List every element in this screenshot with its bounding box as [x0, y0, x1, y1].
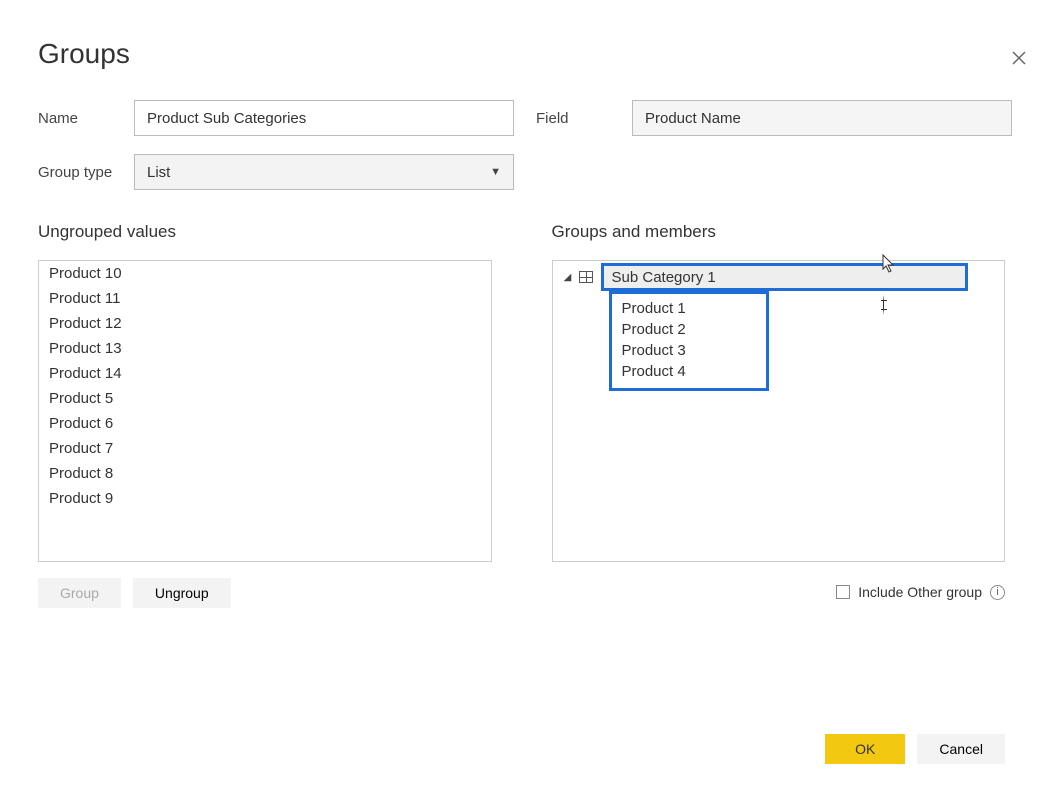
list-item[interactable]: Product 8: [39, 461, 491, 486]
list-item[interactable]: Product 11: [39, 286, 491, 311]
group-members-frame: Product 1 Product 2 Product 3 Product 4: [609, 291, 769, 391]
list-item[interactable]: Product 10: [39, 261, 491, 286]
list-item[interactable]: Product 13: [39, 336, 491, 361]
table-icon: [579, 271, 593, 283]
list-item[interactable]: Product 7: [39, 436, 491, 461]
group-type-label: Group type: [38, 164, 134, 181]
include-other-label: Include Other group: [858, 584, 982, 600]
member-item[interactable]: Product 1: [622, 298, 756, 319]
group-row[interactable]: ◢ Sub Category 1: [553, 263, 1005, 291]
list-item[interactable]: Product 14: [39, 361, 491, 386]
ok-button[interactable]: OK: [825, 734, 905, 764]
text-cursor-icon: [883, 295, 884, 315]
member-item[interactable]: Product 2: [622, 319, 756, 340]
ungrouped-header: Ungrouped values: [38, 222, 492, 242]
list-item[interactable]: Product 5: [39, 386, 491, 411]
cancel-button[interactable]: Cancel: [917, 734, 1005, 764]
group-button: Group: [38, 578, 121, 608]
list-item[interactable]: Product 9: [39, 486, 491, 511]
list-item[interactable]: Product 6: [39, 411, 491, 436]
chevron-down-icon: ▼: [490, 166, 501, 178]
member-item[interactable]: Product 4: [622, 361, 756, 382]
groups-header: Groups and members: [552, 222, 1006, 242]
collapse-icon[interactable]: ◢: [563, 272, 573, 282]
dialog-title: Groups: [38, 38, 1043, 70]
member-item[interactable]: Product 3: [622, 340, 756, 361]
ungroup-button[interactable]: Ungroup: [133, 578, 231, 608]
name-input[interactable]: [134, 100, 514, 136]
close-icon[interactable]: [1007, 46, 1031, 70]
list-item[interactable]: Product 12: [39, 311, 491, 336]
field-input: [632, 100, 1012, 136]
info-icon[interactable]: i: [990, 585, 1005, 600]
ungrouped-listbox[interactable]: Product 10 Product 11 Product 12 Product…: [38, 260, 492, 562]
group-type-select[interactable]: List ▼: [134, 154, 514, 190]
name-label: Name: [38, 110, 134, 127]
field-label: Field: [536, 110, 632, 127]
include-other-checkbox[interactable]: [836, 585, 850, 599]
group-type-value: List: [147, 164, 170, 181]
group-name-input[interactable]: Sub Category 1: [601, 263, 969, 291]
groups-listbox[interactable]: ◢ Sub Category 1 Product 1 Product 2 Pro…: [552, 260, 1006, 562]
